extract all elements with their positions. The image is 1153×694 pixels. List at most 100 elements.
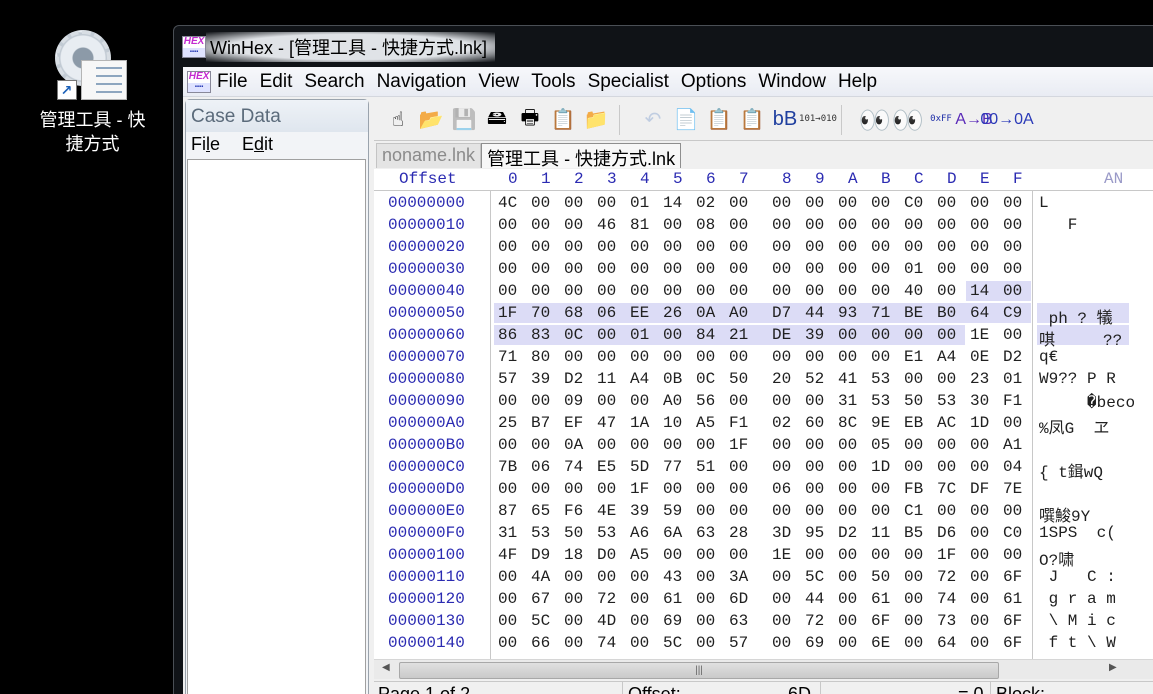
hex-byte[interactable]: 00: [772, 194, 805, 212]
hex-byte[interactable]: 00: [904, 546, 937, 564]
hex-byte[interactable]: 00: [729, 502, 762, 520]
hex-byte[interactable]: 00: [597, 436, 630, 454]
hex-byte[interactable]: 6F: [1003, 612, 1036, 630]
hex-byte[interactable]: 00: [772, 458, 805, 476]
hex-byte[interactable]: 6F: [1003, 634, 1036, 652]
hex-byte[interactable]: 53: [871, 370, 904, 388]
hex-byte[interactable]: 00: [871, 238, 904, 256]
hex-byte[interactable]: 00: [871, 326, 904, 344]
hex-byte[interactable]: 59: [663, 502, 696, 520]
hex-byte[interactable]: 00: [597, 194, 630, 212]
hex-byte[interactable]: 63: [696, 524, 729, 542]
hex-byte[interactable]: 00: [904, 436, 937, 454]
hex-byte[interactable]: 00: [663, 326, 696, 344]
hex-byte[interactable]: 11: [871, 524, 904, 542]
hex-byte[interactable]: 00: [904, 370, 937, 388]
hex-byte[interactable]: 00: [805, 546, 838, 564]
paste-into-button[interactable]: 📋: [736, 103, 768, 137]
hex-byte[interactable]: 1E: [772, 546, 805, 564]
hex-byte[interactable]: 00: [772, 260, 805, 278]
hex-byte[interactable]: 00: [871, 348, 904, 366]
hex-byte[interactable]: 05: [871, 436, 904, 454]
hex-byte[interactable]: 00: [531, 392, 564, 410]
hex-byte[interactable]: 00: [1003, 326, 1036, 344]
hex-byte[interactable]: 7E: [1003, 480, 1036, 498]
hex-byte[interactable]: B5: [904, 524, 937, 542]
hex-byte[interactable]: 00: [970, 590, 1003, 608]
copy-button[interactable]: 📄: [670, 103, 702, 137]
menu-view[interactable]: View: [472, 71, 525, 93]
hex-byte[interactable]: 57: [729, 634, 762, 652]
hex-byte[interactable]: 04: [1003, 458, 1036, 476]
hex-byte[interactable]: 00: [498, 634, 531, 652]
find-hex-button[interactable]: 👀: [892, 103, 924, 137]
hex-byte[interactable]: 50: [564, 524, 597, 542]
hex-byte[interactable]: 00: [663, 216, 696, 234]
hex-byte[interactable]: 00: [729, 194, 762, 212]
row-text[interactable]: 1SPS c(: [1039, 524, 1134, 542]
hex-byte[interactable]: 00: [696, 568, 729, 586]
hex-byte[interactable]: 06: [772, 480, 805, 498]
hex-byte[interactable]: 00: [597, 326, 630, 344]
hex-byte[interactable]: 47: [597, 414, 630, 432]
hex-byte[interactable]: 00: [531, 216, 564, 234]
hex-byte[interactable]: 43: [663, 568, 696, 586]
hex-byte[interactable]: 00: [970, 568, 1003, 586]
hex-byte[interactable]: 71: [871, 304, 904, 322]
hex-byte[interactable]: 74: [937, 590, 970, 608]
hex-byte[interactable]: 00: [498, 612, 531, 630]
hex-byte[interactable]: 00: [937, 282, 970, 300]
hex-byte[interactable]: 1F: [729, 436, 762, 454]
hex-byte[interactable]: A1: [1003, 436, 1036, 454]
hex-byte[interactable]: 6E: [871, 634, 904, 652]
row-text[interactable]: �becomes: [1039, 392, 1134, 412]
hex-byte[interactable]: 0C: [696, 370, 729, 388]
hex-byte[interactable]: 00: [871, 546, 904, 564]
hex-byte[interactable]: 21: [729, 326, 762, 344]
hex-byte[interactable]: 00: [1003, 238, 1036, 256]
hex-byte[interactable]: 00: [597, 392, 630, 410]
hex-byte[interactable]: 00: [564, 260, 597, 278]
hex-byte[interactable]: 00: [970, 458, 1003, 476]
menu-edit[interactable]: Edit: [254, 71, 299, 93]
hex-byte[interactable]: 00: [696, 260, 729, 278]
hex-byte[interactable]: 00: [937, 370, 970, 388]
hex-byte[interactable]: 72: [937, 568, 970, 586]
hex-byte[interactable]: 23: [970, 370, 1003, 388]
hex-byte[interactable]: 00: [1003, 414, 1036, 432]
hex-byte[interactable]: 00: [729, 260, 762, 278]
hex-byte[interactable]: 02: [696, 194, 729, 212]
hex-byte[interactable]: 00: [805, 194, 838, 212]
horizontal-scroll-thumb[interactable]: |||: [399, 662, 999, 679]
hex-byte[interactable]: 26: [663, 304, 696, 322]
hex-byte[interactable]: 00: [904, 238, 937, 256]
print-button[interactable]: 🖶: [514, 103, 546, 137]
hex-byte[interactable]: 64: [970, 304, 1003, 322]
open-file-button[interactable]: 📂: [415, 103, 447, 137]
hex-byte[interactable]: 7B: [498, 458, 531, 476]
hex-byte[interactable]: 00: [531, 260, 564, 278]
hex-byte[interactable]: 00: [564, 590, 597, 608]
hex-byte[interactable]: A6: [630, 524, 663, 542]
hex-byte[interactable]: 00: [630, 282, 663, 300]
hex-byte[interactable]: 00: [904, 590, 937, 608]
hex-byte[interactable]: 00: [970, 546, 1003, 564]
hex-byte[interactable]: 00: [805, 238, 838, 256]
hex-byte[interactable]: 00: [597, 238, 630, 256]
undo-button[interactable]: ↶: [637, 103, 669, 137]
hex-byte[interactable]: 00: [805, 436, 838, 454]
hex-byte[interactable]: 63: [729, 612, 762, 630]
hex-byte[interactable]: 00: [772, 634, 805, 652]
hex-byte[interactable]: 00: [531, 238, 564, 256]
replace-hex-button[interactable]: 00→0A: [980, 103, 1033, 137]
hex-byte[interactable]: 01: [904, 260, 937, 278]
hex-byte[interactable]: 00: [871, 194, 904, 212]
hex-byte[interactable]: 00: [564, 216, 597, 234]
hex-byte[interactable]: 77: [663, 458, 696, 476]
hex-byte[interactable]: 50: [729, 370, 762, 388]
hex-byte[interactable]: 87: [498, 502, 531, 520]
case-data-tree[interactable]: [187, 159, 366, 694]
menu-tools[interactable]: Tools: [525, 71, 581, 93]
hex-byte[interactable]: 00: [937, 238, 970, 256]
binary-convert-button[interactable]: 101→010: [799, 103, 837, 137]
